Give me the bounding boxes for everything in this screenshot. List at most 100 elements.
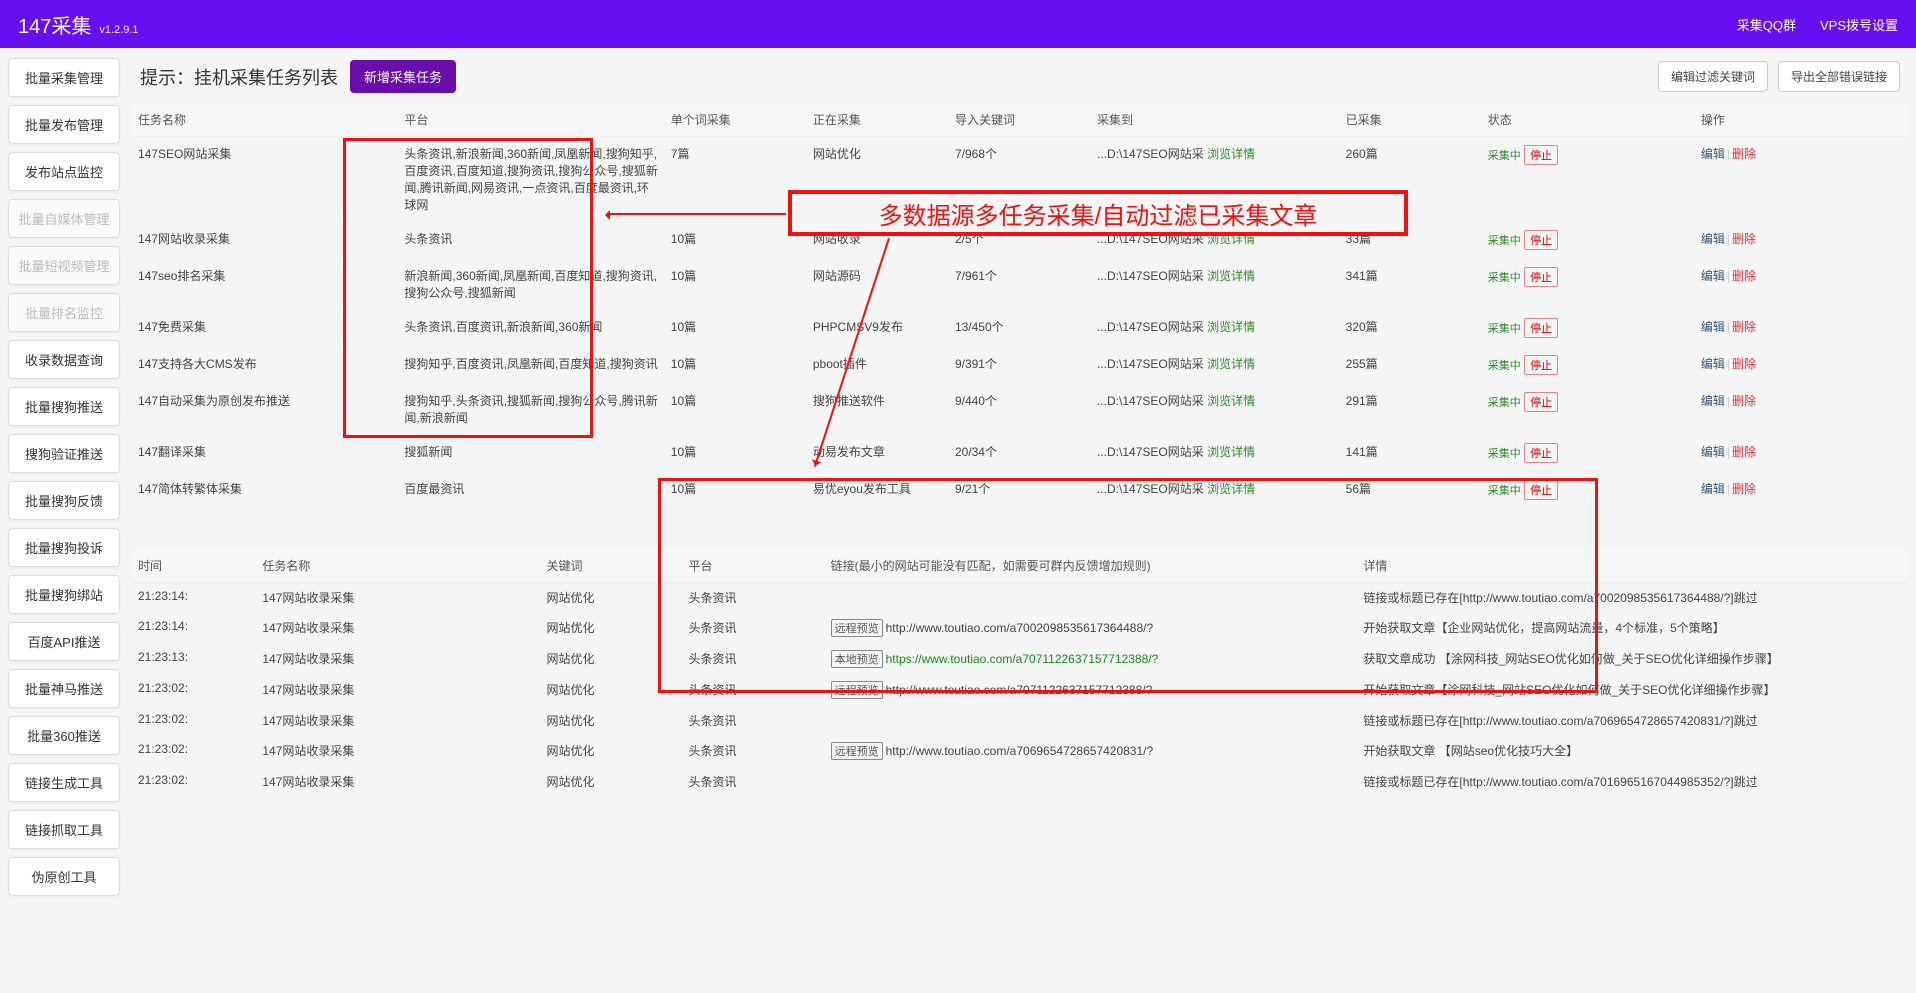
edit-link[interactable]: 编辑 (1701, 445, 1725, 459)
task-current: pboot插件 (807, 347, 949, 384)
task-name: 147网站收录采集 (132, 222, 398, 259)
task-platform: 搜狗知乎,百度资讯,凤凰新闻,百度知道,搜狗资讯 (398, 347, 664, 384)
task-done: 320篇 (1340, 310, 1482, 347)
log-time: 21:23:02: (132, 675, 256, 706)
task-per-word: 10篇 (665, 435, 807, 472)
task-name: 147自动采集为原创发布推送 (132, 384, 398, 435)
remote-preview-badge[interactable]: 远程预览 (831, 619, 883, 637)
export-errors-button[interactable]: 导出全部错误链接 (1778, 61, 1900, 92)
task-platform: 百度最资讯 (398, 472, 664, 509)
log-detail: 获取文章成功 【涂网科技_网站SEO优化如何做_关于SEO优化详细操作步骤】 (1357, 644, 1908, 675)
browse-detail-link[interactable]: 浏览详情 (1207, 445, 1255, 459)
sidebar-item-2[interactable]: 发布站点监控 (8, 152, 120, 191)
sidebar-item-7[interactable]: 批量搜狗推送 (8, 387, 120, 426)
task-per-word: 10篇 (665, 259, 807, 310)
task-status: 采集中 停止 (1482, 310, 1695, 347)
stop-button[interactable]: 停止 (1524, 355, 1558, 375)
tasks-col-header: 采集到 (1091, 103, 1340, 137)
edit-link[interactable]: 编辑 (1701, 357, 1725, 371)
task-status: 采集中 停止 (1482, 347, 1695, 384)
browse-detail-link[interactable]: 浏览详情 (1207, 482, 1255, 496)
log-keyword: 网站优化 (540, 644, 682, 675)
log-table: 时间任务名称关键词平台链接(最小的网站可能没有匹配，如需要可群内反馈增加规则)详… (132, 549, 1908, 797)
sidebar-item-17[interactable]: 伪原创工具 (8, 857, 120, 896)
log-platform: 头条资讯 (683, 583, 825, 613)
delete-link[interactable]: 删除 (1732, 147, 1756, 161)
sidebar-item-1[interactable]: 批量发布管理 (8, 105, 120, 144)
stop-button[interactable]: 停止 (1524, 443, 1558, 463)
edit-link[interactable]: 编辑 (1701, 394, 1725, 408)
delete-link[interactable]: 删除 (1732, 445, 1756, 459)
task-keywords: 13/450个 (949, 310, 1091, 347)
delete-link[interactable]: 删除 (1732, 482, 1756, 496)
sidebar-item-16[interactable]: 链接抓取工具 (8, 810, 120, 849)
log-platform: 头条资讯 (683, 675, 825, 706)
browse-detail-link[interactable]: 浏览详情 (1207, 147, 1255, 161)
new-task-button[interactable]: 新增采集任务 (350, 60, 456, 93)
log-url[interactable]: http://www.toutiao.com/a7069654728657420… (886, 744, 1154, 758)
task-status: 采集中 停止 (1482, 384, 1695, 435)
stop-button[interactable]: 停止 (1524, 318, 1558, 338)
sidebar-item-0[interactable]: 批量采集管理 (8, 58, 120, 97)
edit-link[interactable]: 编辑 (1701, 147, 1725, 161)
stop-button[interactable]: 停止 (1524, 145, 1558, 165)
delete-link[interactable]: 删除 (1732, 394, 1756, 408)
panel-title: 提示：挂机采集任务列表 (140, 64, 338, 90)
log-platform: 头条资讯 (683, 706, 825, 736)
log-url[interactable]: http://www.toutiao.com/a7002098535617364… (886, 621, 1154, 635)
stop-button[interactable]: 停止 (1524, 230, 1558, 250)
task-per-word: 10篇 (665, 472, 807, 509)
tasks-col-header: 单个词采集 (665, 103, 807, 137)
browse-detail-link[interactable]: 浏览详情 (1207, 269, 1255, 283)
task-per-word: 10篇 (665, 310, 807, 347)
task-status: 采集中 停止 (1482, 259, 1695, 310)
edit-link[interactable]: 编辑 (1701, 269, 1725, 283)
sidebar-item-15[interactable]: 链接生成工具 (8, 763, 120, 802)
browse-detail-link[interactable]: 浏览详情 (1207, 394, 1255, 408)
sidebar-item-10[interactable]: 批量搜狗投诉 (8, 528, 120, 567)
stop-button[interactable]: 停止 (1524, 480, 1558, 500)
sidebar-item-9[interactable]: 批量搜狗反馈 (8, 481, 120, 520)
browse-detail-link[interactable]: 浏览详情 (1207, 357, 1255, 371)
sidebar-item-14[interactable]: 批量360推送 (8, 716, 120, 755)
log-row: 21:23:02:147网站收录采集网站优化头条资讯链接或标题已存在[http:… (132, 767, 1908, 797)
remote-preview-badge[interactable]: 远程预览 (831, 742, 883, 760)
local-preview-badge[interactable]: 本地预览 (831, 650, 883, 668)
stop-button[interactable]: 停止 (1524, 392, 1558, 412)
remote-preview-badge[interactable]: 远程预览 (831, 681, 883, 699)
edit-link[interactable]: 编辑 (1701, 232, 1725, 246)
edit-link[interactable]: 编辑 (1701, 482, 1725, 496)
task-done: 141篇 (1340, 435, 1482, 472)
log-link (825, 706, 1358, 736)
delete-link[interactable]: 删除 (1732, 320, 1756, 334)
link-vps-dial[interactable]: VPS拨号设置 (1820, 15, 1898, 34)
log-keyword: 网站优化 (540, 583, 682, 613)
log-url[interactable]: http://www.toutiao.com/a7071122637157712… (886, 683, 1153, 697)
task-row: 147简体转繁体采集百度最资讯10篇易优eyou发布工具9/21个...D:\1… (132, 472, 1908, 509)
delete-link[interactable]: 删除 (1732, 232, 1756, 246)
sidebar-item-11[interactable]: 批量搜狗绑站 (8, 575, 120, 614)
log-url[interactable]: https://www.toutiao.com/a707112263715771… (886, 652, 1159, 666)
sidebar-item-12[interactable]: 百度API推送 (8, 622, 120, 661)
edit-filter-button[interactable]: 编辑过滤关键词 (1658, 61, 1768, 92)
task-platform: 头条资讯,新浪新闻,360新闻,凤凰新闻,搜狗知乎,百度资讯,百度知道,搜狗资讯… (398, 137, 664, 222)
tasks-col-header: 导入关键词 (949, 103, 1091, 137)
log-row: 21:23:14:147网站收录采集网站优化头条资讯远程预览http://www… (132, 613, 1908, 644)
log-time: 21:23:02: (132, 767, 256, 797)
task-dest: ...D:\147SEO网站采 浏览详情 (1091, 384, 1340, 435)
task-name: 147支持各大CMS发布 (132, 347, 398, 384)
stop-button[interactable]: 停止 (1524, 267, 1558, 287)
log-detail: 链接或标题已存在[http://www.toutiao.com/a7016965… (1357, 767, 1908, 797)
link-qq-group[interactable]: 采集QQ群 (1737, 15, 1796, 34)
annotation-arrow-left (608, 213, 786, 215)
task-ops: 编辑|删除 (1695, 472, 1908, 509)
sidebar-item-8[interactable]: 搜狗验证推送 (8, 434, 120, 473)
browse-detail-link[interactable]: 浏览详情 (1207, 320, 1255, 334)
sidebar-item-13[interactable]: 批量神马推送 (8, 669, 120, 708)
sidebar-item-6[interactable]: 收录数据查询 (8, 340, 120, 379)
task-current: 动易发布文章 (807, 435, 949, 472)
delete-link[interactable]: 删除 (1732, 357, 1756, 371)
delete-link[interactable]: 删除 (1732, 269, 1756, 283)
log-col-header: 关键词 (540, 549, 682, 583)
edit-link[interactable]: 编辑 (1701, 320, 1725, 334)
